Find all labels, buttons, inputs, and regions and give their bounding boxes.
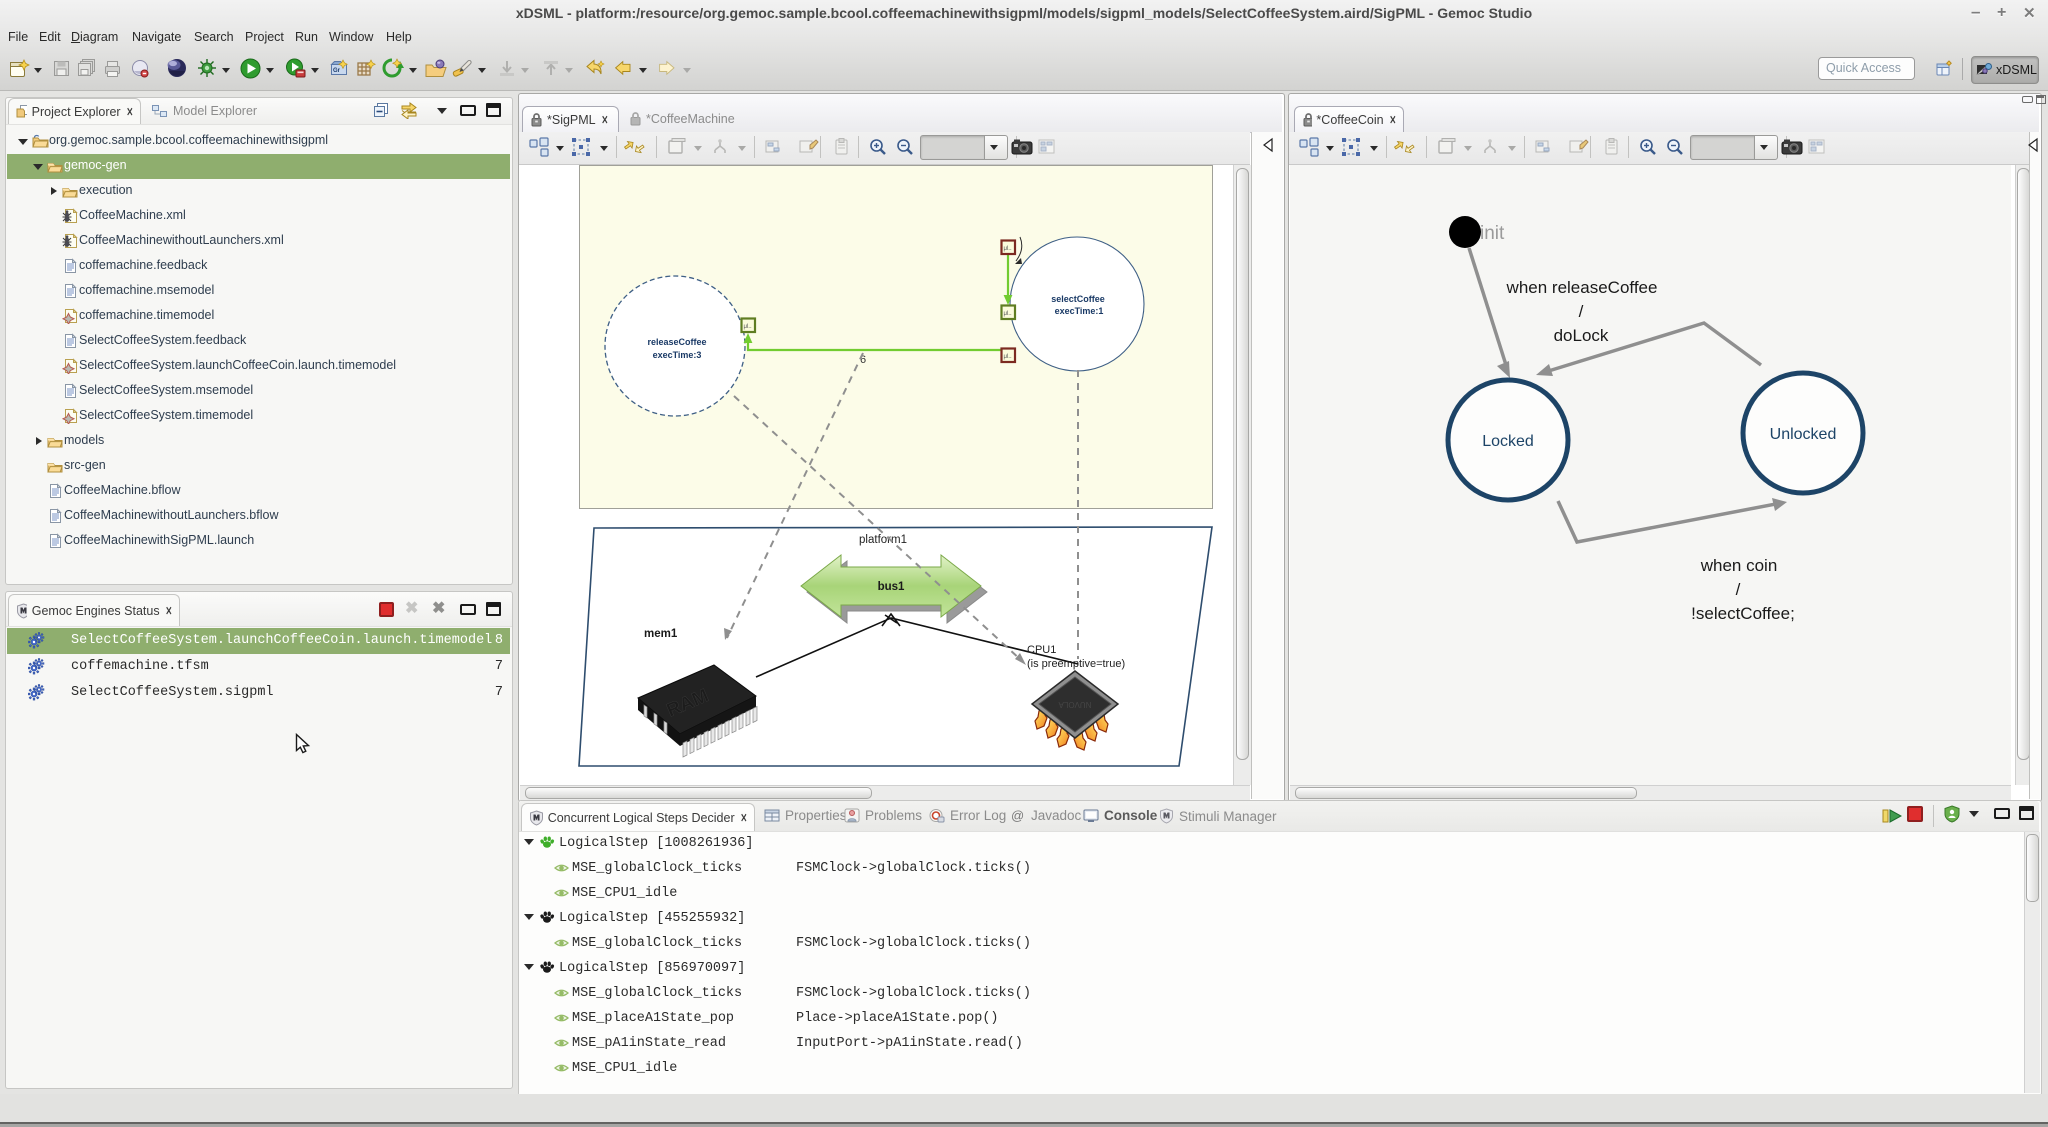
svg-text:when releaseCoffee: when releaseCoffee (1506, 278, 1658, 297)
svg-text:mem1: mem1 (644, 628, 678, 640)
svg-text:selectCoffee: selectCoffee (1051, 294, 1105, 304)
svg-text:μl..: μl.. (1004, 246, 1012, 252)
svg-text:when coin: when coin (1700, 556, 1778, 575)
svg-text:init: init (1480, 223, 1505, 244)
svg-text:Gr: Gr (333, 68, 341, 74)
svg-text:!selectCoffee;: !selectCoffee; (1691, 604, 1795, 623)
svg-text:@: @ (1011, 808, 1024, 823)
svg-text:bus1: bus1 (878, 581, 905, 593)
svg-text:execTime:3: execTime:3 (653, 350, 702, 360)
svg-text:μl..: μl.. (744, 324, 752, 330)
svg-text:μl..: μl.. (1004, 354, 1012, 360)
svg-text:NUVOLA: NUVOLA (1058, 700, 1092, 709)
svg-text:μl..: μl.. (1004, 311, 1012, 317)
svg-text:Locked: Locked (1482, 433, 1534, 450)
svg-text:platform1: platform1 (859, 534, 907, 546)
svg-text:doLock: doLock (1554, 326, 1609, 345)
svg-text:execTime:1: execTime:1 (1055, 306, 1104, 316)
svg-text:/: / (1579, 302, 1584, 321)
svg-text:Unlocked: Unlocked (1770, 426, 1837, 443)
svg-text:/: / (1736, 580, 1741, 599)
svg-text:releaseCoffee: releaseCoffee (647, 337, 706, 347)
svg-text:CPU1: CPU1 (1027, 644, 1056, 656)
svg-text:(is preemptive=true): (is preemptive=true) (1027, 658, 1125, 670)
